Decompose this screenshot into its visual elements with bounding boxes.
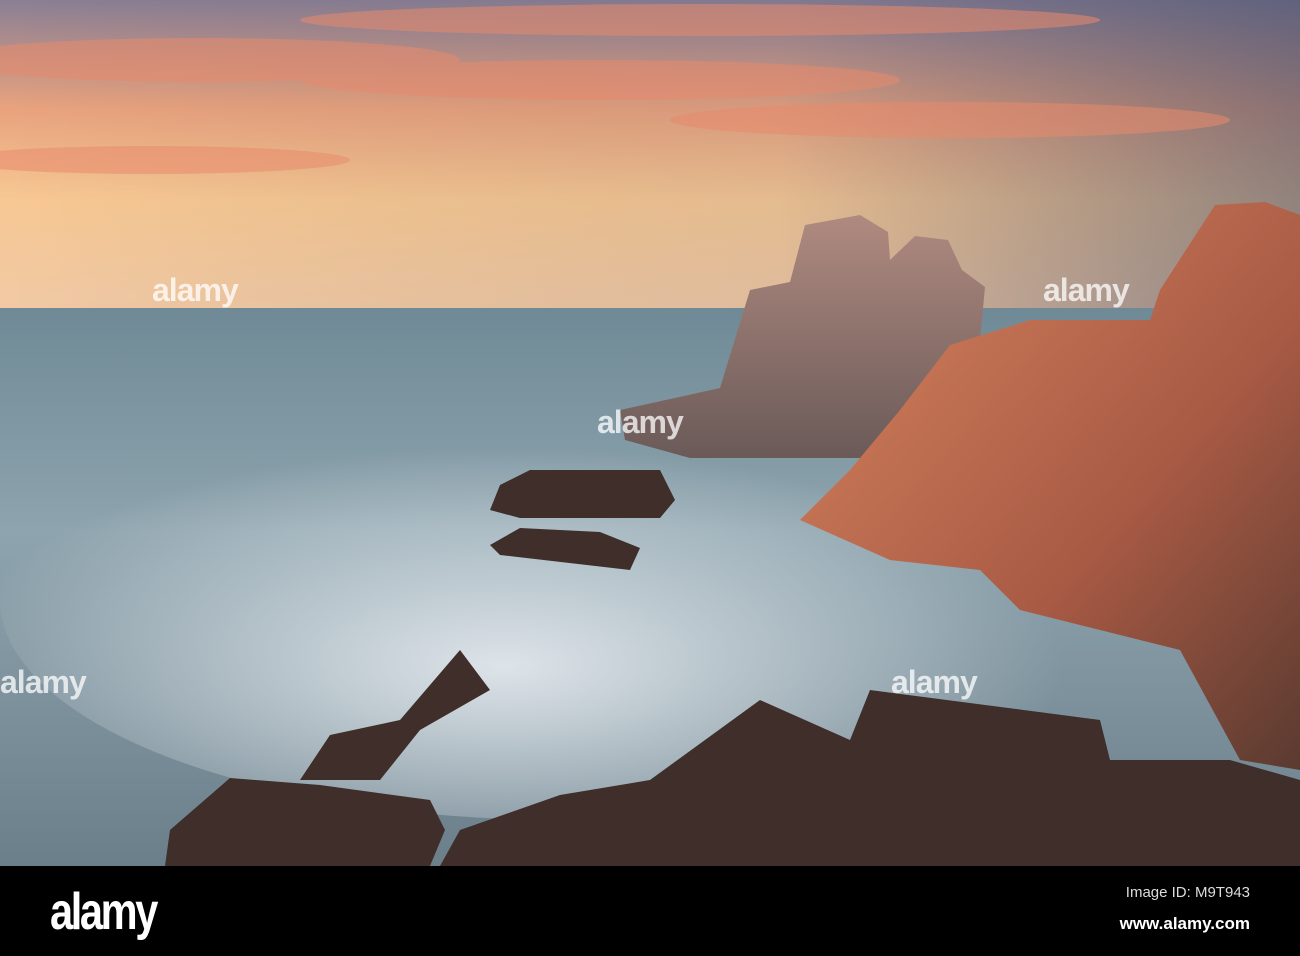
watermark: alamy — [0, 664, 87, 700]
footer-bar: alamy Image ID: M9T943 www.alamy.com — [0, 866, 1300, 956]
watermark: alamy — [597, 404, 684, 440]
alamy-logo: alamy — [50, 883, 158, 941]
watermark: alamy — [152, 272, 239, 308]
image-id: Image ID: M9T943 — [1125, 884, 1250, 901]
watermark: alamy — [891, 664, 978, 700]
watermark: alamy — [1043, 272, 1130, 308]
website-link[interactable]: www.alamy.com — [1120, 914, 1250, 934]
